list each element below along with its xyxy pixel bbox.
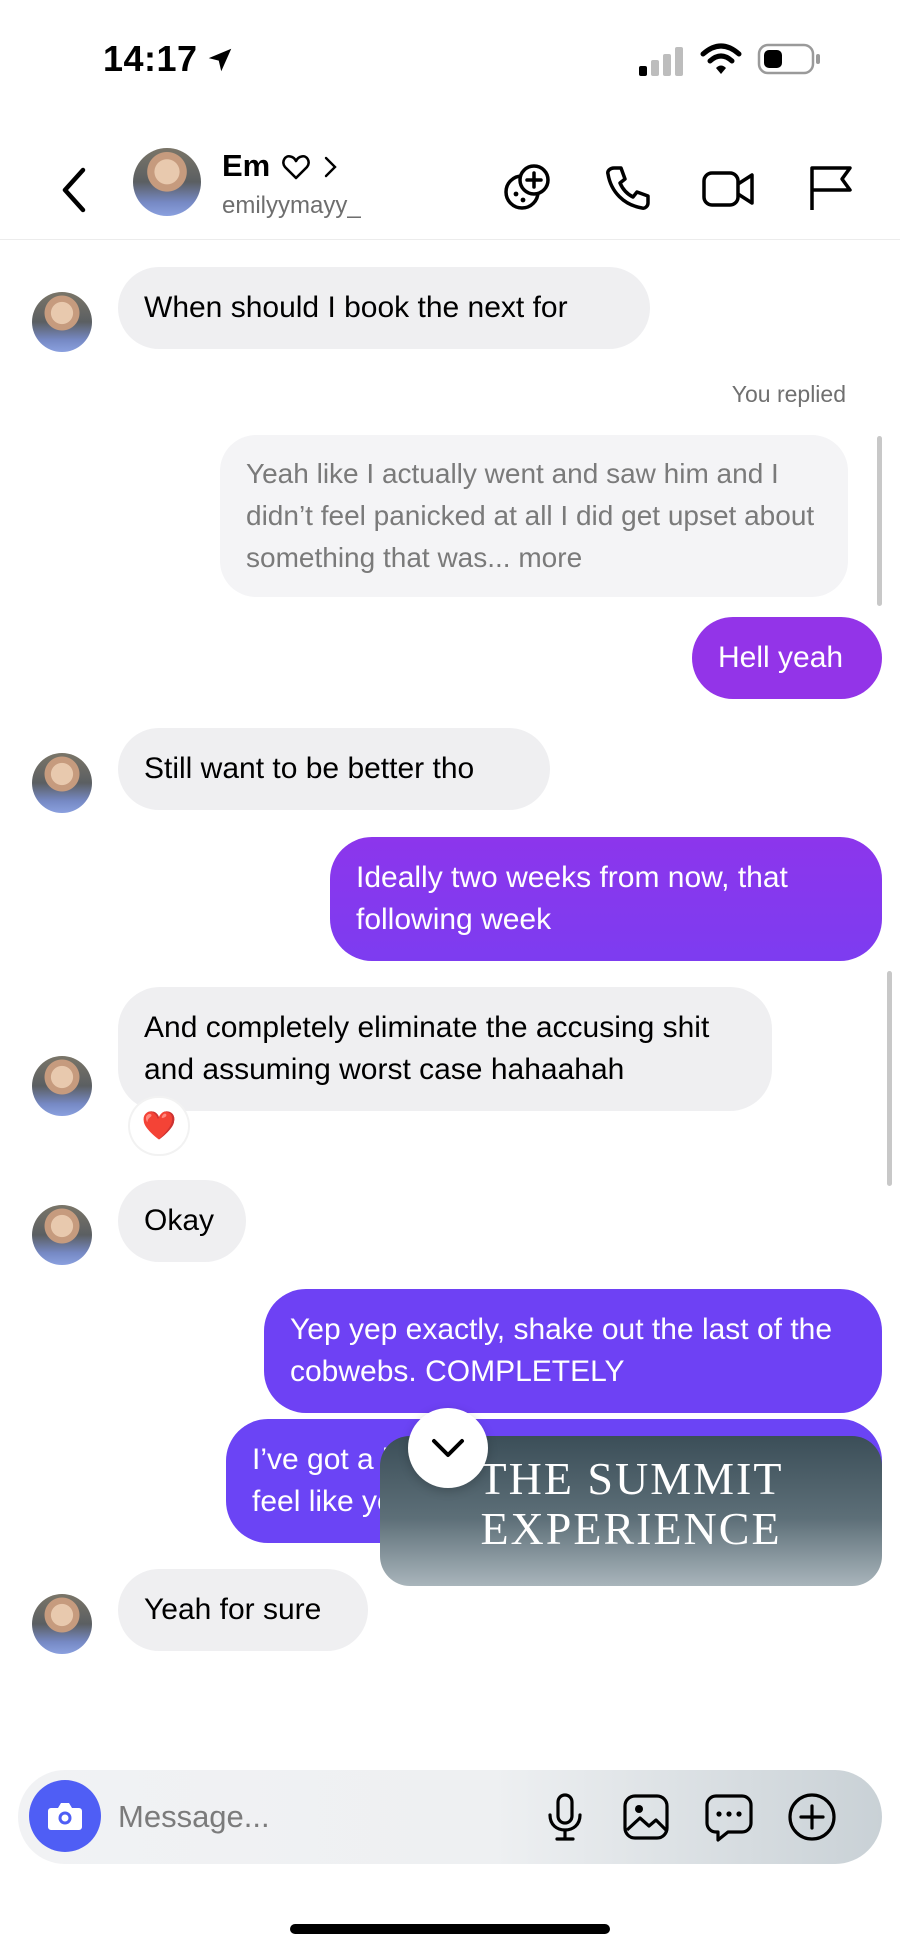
status-time: 14:17: [103, 38, 198, 79]
chevron-down-icon: [432, 1439, 464, 1457]
video-call-icon[interactable]: [700, 160, 756, 216]
gallery-image-icon[interactable]: [619, 1790, 673, 1844]
heart-reaction-emoji: ❤️: [141, 1110, 177, 1141]
home-indicator[interactable]: [290, 1924, 610, 1934]
camera-button[interactable]: [29, 1780, 101, 1852]
heart-icon: [282, 155, 310, 180]
wifi-icon: [700, 43, 742, 74]
message-input[interactable]: [118, 1794, 448, 1840]
sticker-chat-icon[interactable]: [702, 1790, 756, 1844]
contact-avatar[interactable]: [133, 148, 201, 216]
microphone-icon[interactable]: [538, 1790, 592, 1844]
message-composer: [18, 1770, 882, 1864]
message-bubble-outgoing[interactable]: Hell yeah: [692, 617, 882, 699]
location-arrow-icon: [208, 48, 232, 72]
games-sticker-icon[interactable]: [498, 160, 554, 216]
contact-username[interactable]: emilyymayy_: [222, 192, 361, 220]
status-bar: 14:17: [0, 0, 900, 120]
contact-name[interactable]: Em: [222, 148, 270, 184]
cellular-signal-icon: [639, 47, 683, 76]
chat-header: Em emilyymayy_: [0, 120, 900, 240]
message-bubble-incoming[interactable]: When should I book the next for: [118, 267, 650, 349]
scroll-to-bottom-button[interactable]: [408, 1408, 488, 1488]
battery-icon: [757, 43, 820, 75]
heart-reaction[interactable]: ❤️: [130, 1098, 188, 1154]
sender-avatar[interactable]: [32, 1594, 92, 1654]
scroll-indicator[interactable]: [877, 436, 882, 606]
phone-call-icon[interactable]: [600, 160, 656, 216]
message-bubble-incoming[interactable]: Yeah for sure: [118, 1569, 368, 1651]
reply-quote[interactable]: Yeah like I actually went and saw him an…: [220, 435, 848, 597]
report-flag-icon[interactable]: [802, 160, 858, 216]
sender-avatar[interactable]: [32, 1205, 92, 1265]
add-plus-icon[interactable]: [785, 1790, 839, 1844]
message-bubble-outgoing[interactable]: Ideally two weeks from now, that followi…: [330, 837, 882, 961]
camera-icon: [48, 1803, 82, 1830]
message-bubble-incoming[interactable]: Still want to be better tho: [118, 728, 550, 810]
chevron-right-icon[interactable]: [322, 154, 340, 180]
message-bubble-incoming[interactable]: Okay: [118, 1180, 246, 1262]
you-replied-label: You replied: [731, 381, 846, 407]
message-bubble-outgoing[interactable]: Yep yep exactly, shake out the last of t…: [264, 1289, 882, 1413]
sender-avatar[interactable]: [32, 292, 92, 352]
back-chevron-icon[interactable]: [55, 160, 95, 220]
sender-avatar[interactable]: [32, 753, 92, 813]
sender-avatar[interactable]: [32, 1056, 92, 1116]
scroll-indicator[interactable]: [887, 971, 892, 1186]
card-title-line2: EXPERIENCE: [480, 1503, 782, 1554]
message-bubble-incoming[interactable]: And completely eliminate the accusing sh…: [118, 987, 772, 1111]
